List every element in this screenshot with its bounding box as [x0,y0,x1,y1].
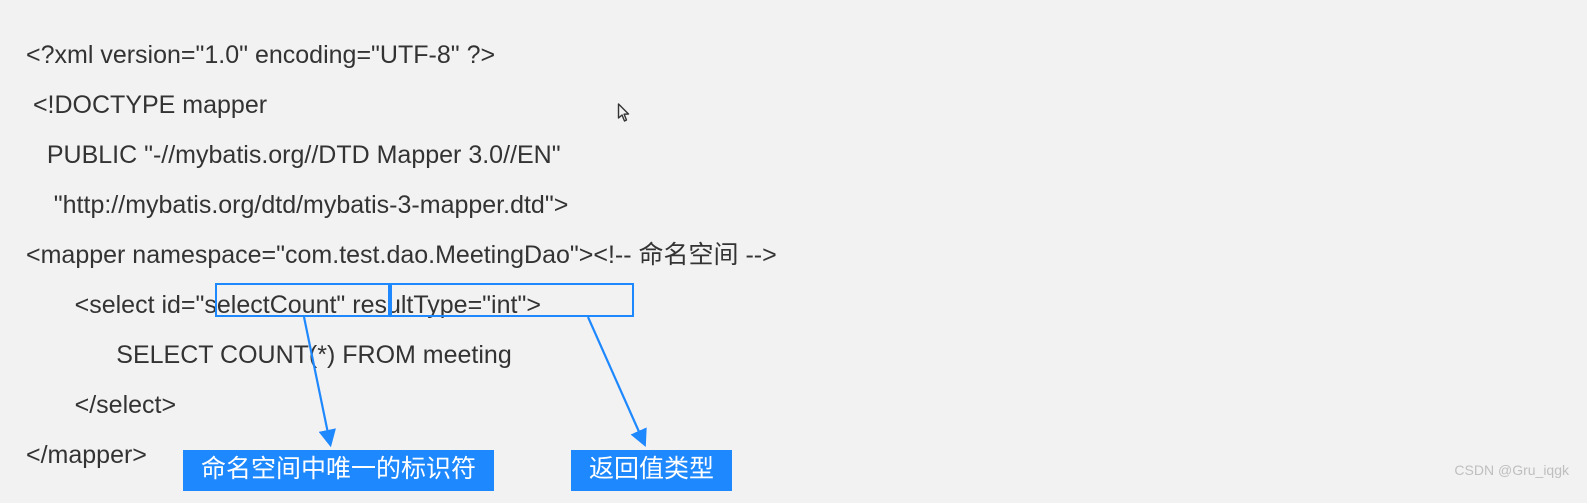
code-line-1: <?xml version="1.0" encoding="UTF-8" ?> [26,30,1561,80]
code-line-3: PUBLIC "-//mybatis.org//DTD Mapper 3.0//… [26,130,1561,180]
code-line-6: <select id="selectCount" resultType="int… [26,280,1561,330]
code-line-5: <mapper namespace="com.test.dao.MeetingD… [26,230,1561,280]
annotation-label-return-type: 返回值类型 [571,450,732,491]
code-line-7: SELECT COUNT(*) FROM meeting [26,330,1561,380]
code-line-8: </select> [26,380,1561,430]
code-line-2: <!DOCTYPE mapper [26,80,1561,130]
cursor-icon [617,103,632,123]
code-example-block: <?xml version="1.0" encoding="UTF-8" ?> … [0,0,1587,503]
code-line-4: "http://mybatis.org/dtd/mybatis-3-mapper… [26,180,1561,230]
annotation-label-identifier: 命名空间中唯一的标识符 [183,450,494,491]
attribution-text: CSDN @Gru_iqgk [1454,445,1569,495]
